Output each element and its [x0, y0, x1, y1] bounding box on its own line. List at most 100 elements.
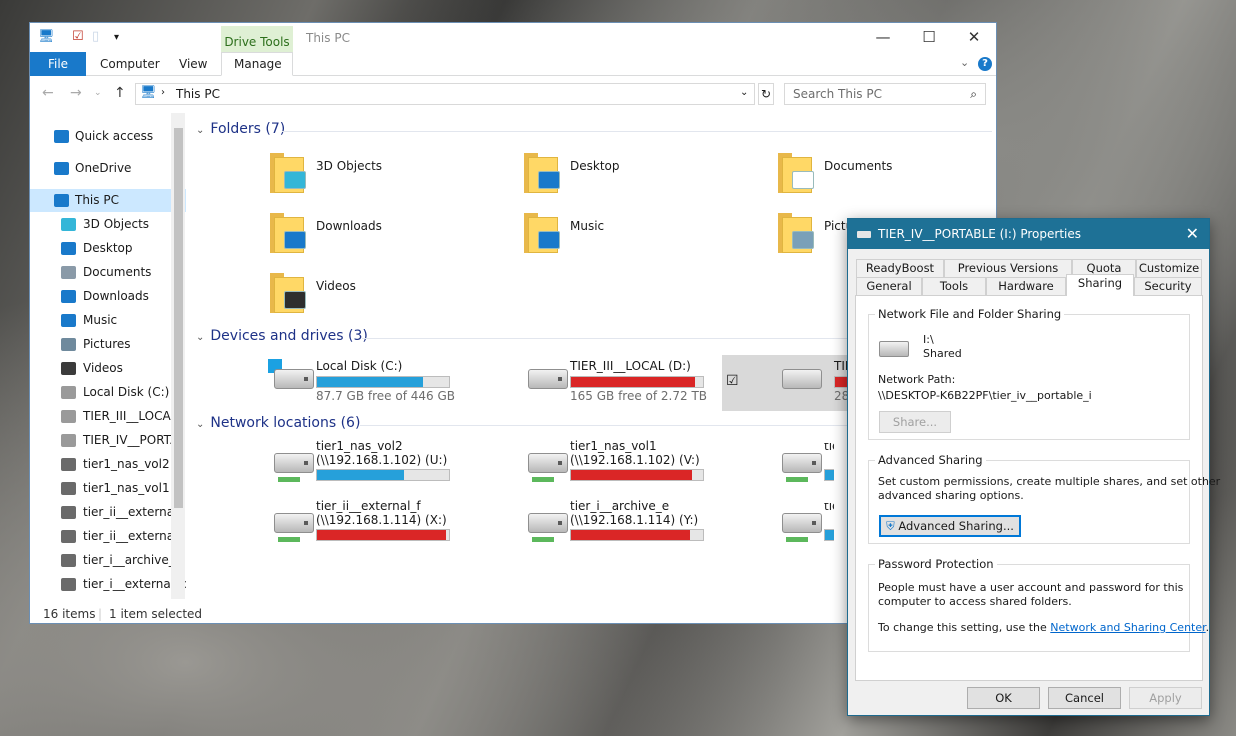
network-location-path: (\\192.168.1.114) (X:) [316, 513, 447, 527]
navigation-pane: Quick access OneDrive This PC 3D Objects Des… [30, 113, 186, 599]
network-path-label: Network Path: [878, 373, 956, 386]
close-icon[interactable]: ✕ [1186, 224, 1199, 243]
network-location-tile[interactable]: tier_i [778, 443, 834, 499]
network-location-tile[interactable]: tier_i [778, 503, 834, 559]
desktop-icon [61, 242, 76, 255]
tab-sharing[interactable]: Sharing [1066, 274, 1134, 296]
back-icon[interactable]: ← [42, 85, 54, 101]
address-bar[interactable]: 🖥 › This PC ⌄ [135, 83, 755, 105]
download-icon [284, 231, 306, 249]
folder-tile[interactable]: Documents [778, 151, 996, 207]
navigation-scroll-thumb[interactable] [174, 128, 183, 508]
network-drive-icon [61, 530, 76, 543]
sidebar-item[interactable]: Quick access [30, 125, 186, 148]
refresh-icon[interactable]: ↻ [758, 83, 774, 105]
network-connector-icon [278, 537, 300, 542]
network-drive-icon [782, 453, 822, 473]
sidebar-item[interactable]: tier1_nas_vol1 (\ [30, 477, 186, 500]
folder-tile[interactable]: Downloads [270, 211, 520, 267]
network-drive-icon [61, 554, 76, 567]
apply-button[interactable]: Apply [1129, 687, 1202, 709]
sidebar-item[interactable]: tier_i__external_c [30, 573, 186, 596]
expand-ribbon-icon[interactable]: ⌄ [960, 56, 969, 69]
document-icon [792, 171, 814, 189]
tab-manage[interactable]: Manage [221, 52, 293, 76]
drive-icon [274, 369, 314, 389]
breadcrumb[interactable]: This PC [176, 87, 220, 101]
new-folder-icon[interactable]: ▯ [92, 29, 99, 44]
folder-tile[interactable]: Desktop [524, 151, 774, 207]
sidebar-item[interactable]: This PC [30, 189, 186, 212]
address-dropdown-icon[interactable]: ⌄ [740, 87, 748, 98]
sidebar-item-label: tier_ii__external_ [83, 529, 184, 543]
network-connector-icon [786, 537, 808, 542]
tab-security[interactable]: Security [1134, 277, 1202, 295]
network-location-tile[interactable]: tier_i__archive_e (\\192.168.1.114) (Y:) [524, 499, 774, 559]
folder-label: Desktop [570, 159, 620, 173]
group-divider [282, 131, 992, 132]
network-location-tile[interactable]: tier1_nas_vol1 (\\192.168.1.102) (V:) [524, 439, 774, 499]
network-sharing-center-link[interactable]: Network and Sharing Center [1050, 621, 1205, 634]
folder-tile[interactable]: Music [524, 211, 774, 267]
sidebar-item[interactable]: Desktop [30, 237, 186, 260]
maximize-button[interactable]: ☐ [906, 23, 952, 51]
sidebar-item[interactable]: tier_ii__external_ [30, 501, 186, 524]
network-location-tile[interactable]: tier1_nas_vol2 (\\192.168.1.102) (U:) [270, 439, 520, 499]
minimize-button[interactable]: — [860, 23, 906, 51]
recent-locations-icon[interactable]: ⌄ [94, 88, 102, 98]
sidebar-item[interactable]: OneDrive [30, 157, 186, 180]
folder-label: 3D Objects [316, 159, 383, 173]
advanced-sharing-button[interactable]: ⛨ Advanced Sharing... [879, 515, 1021, 537]
tab-tools[interactable]: Tools [922, 277, 986, 295]
computer-icon[interactable]: 🖥 [38, 29, 55, 44]
sidebar-item[interactable]: 3D Objects [30, 213, 186, 236]
tab-customize[interactable]: Customize [1136, 259, 1202, 277]
sidebar-item[interactable]: TIER_IV__PORTAI [30, 429, 186, 452]
drive-tile[interactable]: Local Disk (C:) 87.7 GB free of 446 GB [268, 355, 520, 411]
network-usage-bar [824, 529, 834, 541]
sidebar-item-label: Videos [83, 361, 123, 375]
breadcrumb-chevron-icon[interactable]: › [161, 87, 165, 98]
customize-toolbar-icon[interactable]: ▾ [114, 32, 119, 43]
sidebar-item[interactable]: Downloads [30, 285, 186, 308]
search-input[interactable]: Search This PC ⌕ [784, 83, 986, 105]
drive-icon [879, 341, 909, 357]
network-location-name: tier_ii__external_f [316, 499, 421, 513]
tab-readyboost[interactable]: ReadyBoost [856, 259, 944, 277]
tab-previous-versions[interactable]: Previous Versions [944, 259, 1072, 277]
folder-tile[interactable]: Videos [270, 271, 520, 327]
up-icon[interactable]: ↑ [114, 85, 126, 101]
sidebar-item[interactable]: TIER_III__LOCAL [30, 405, 186, 428]
forward-icon[interactable]: → [70, 85, 82, 101]
tab-file[interactable]: File [30, 52, 86, 76]
sharing-tab-panel: Network File and Folder Sharing I:\ Shar… [855, 295, 1220, 681]
group-header-devices[interactable]: ⌄ Devices and drives (3) [196, 328, 368, 344]
help-icon[interactable]: ? [978, 57, 992, 71]
tab-general[interactable]: General [856, 277, 922, 295]
network-location-name: tier1_nas_vol1 [570, 439, 657, 453]
drive-name: I:\ [923, 333, 934, 346]
cancel-button[interactable]: Cancel [1048, 687, 1121, 709]
share-button[interactable]: Share... [879, 411, 951, 433]
group-header-folders[interactable]: ⌄ Folders (7) [196, 121, 285, 137]
sidebar-item[interactable]: Music [30, 309, 186, 332]
folder-tile[interactable]: 3D Objects [270, 151, 520, 207]
group-header-network[interactable]: ⌄ Network locations (6) [196, 415, 360, 431]
tab-hardware[interactable]: Hardware [986, 277, 1066, 295]
tab-computer[interactable]: Computer [100, 52, 160, 76]
sidebar-item[interactable]: Pictures [30, 333, 186, 356]
sidebar-item[interactable]: tier_i__archive_e [30, 549, 186, 572]
tab-view[interactable]: View [179, 52, 207, 76]
sidebar-item[interactable]: Local Disk (C:) [30, 381, 186, 404]
drive-usage-bar [316, 376, 450, 388]
sidebar-item[interactable]: tier_ii__external_ [30, 525, 186, 548]
password-protection-group: Password Protection People must have a u… [868, 557, 1209, 652]
selection-checkbox[interactable]: ☑ [726, 373, 739, 389]
ok-button[interactable]: OK [967, 687, 1040, 709]
sidebar-item[interactable]: Documents [30, 261, 186, 284]
close-button[interactable]: ✕ [951, 23, 997, 51]
network-location-tile[interactable]: tier_ii__external_f (\\192.168.1.114) (X:… [270, 499, 520, 559]
sidebar-item[interactable]: tier1_nas_vol2 (\ [30, 453, 186, 476]
sidebar-item[interactable]: Videos [30, 357, 186, 380]
properties-icon[interactable]: ☑ [72, 29, 84, 44]
